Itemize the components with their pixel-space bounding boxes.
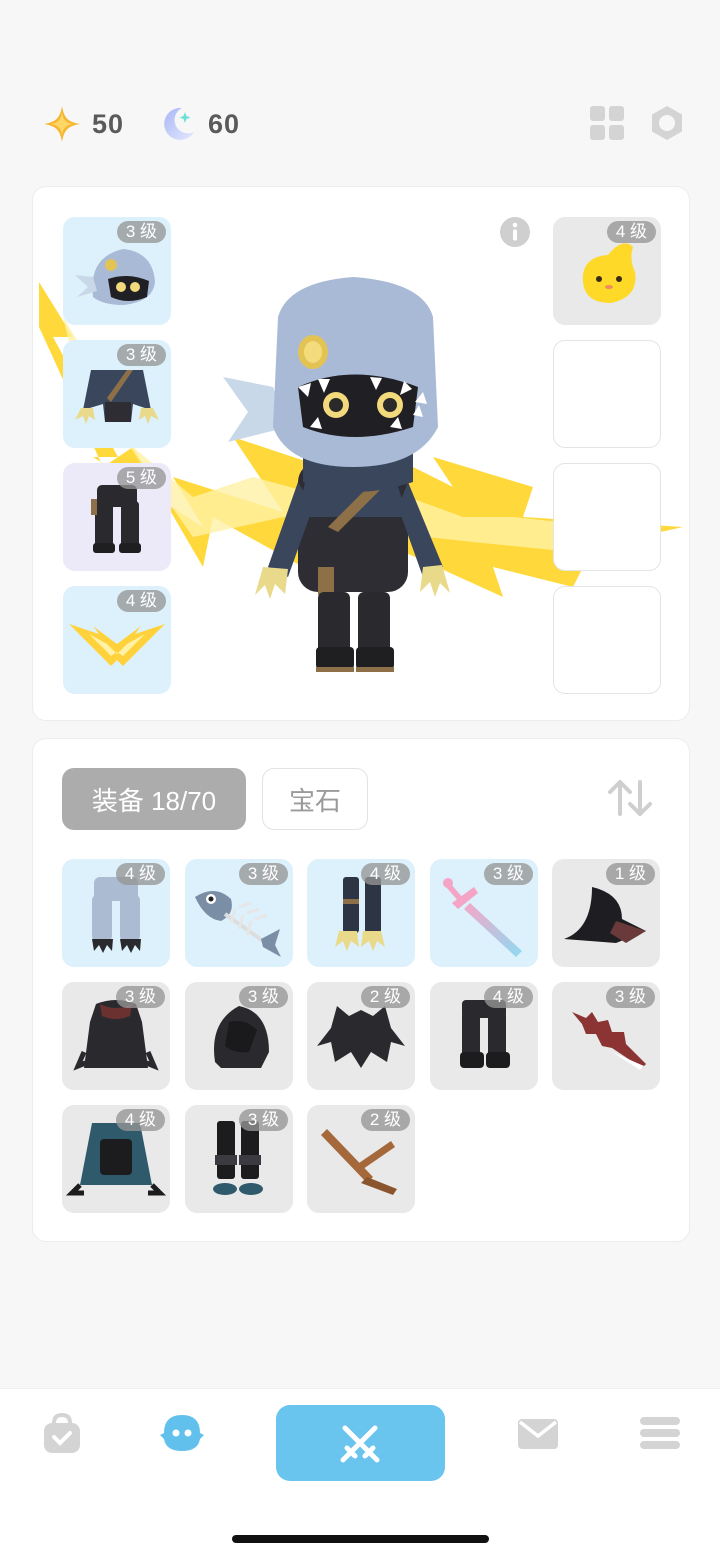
level-badge: 3 级 [238, 1109, 288, 1131]
moon-count: 60 [208, 108, 241, 139]
inventory-item[interactable]: 4 级 [430, 982, 538, 1090]
inventory-item[interactable]: 4 级 [62, 859, 170, 967]
level-badge: 2 级 [360, 986, 410, 1008]
inventory-item[interactable]: 3 级 [185, 982, 293, 1090]
hexagon-settings-icon[interactable] [648, 104, 686, 142]
info-icon[interactable] [499, 216, 531, 248]
home-indicator[interactable] [232, 1535, 489, 1543]
moon-icon [164, 107, 194, 140]
crossed-swords-icon [340, 1425, 380, 1463]
moon-currency: 60 [158, 100, 240, 148]
equip-slot-empty[interactable] [553, 463, 661, 571]
level-badge: 4 级 [360, 863, 410, 885]
level-badge: 4 级 [115, 863, 165, 885]
inventory-item[interactable]: 2 级 [307, 1105, 415, 1213]
grid-icon[interactable] [588, 104, 626, 142]
character-face-icon[interactable] [160, 1411, 204, 1455]
level-badge: 4 级 [483, 986, 533, 1008]
tab-gems[interactable]: 宝石 [262, 768, 368, 830]
equip-slot-head[interactable]: 3 级 [63, 217, 171, 325]
star-currency: 50 [42, 100, 124, 148]
menu-icon[interactable] [638, 1411, 682, 1455]
star-count: 50 [92, 108, 125, 139]
inventory-item[interactable]: 3 级 [185, 859, 293, 967]
inventory-item[interactable]: 3 级 [430, 859, 538, 967]
bottom-navigation [0, 1388, 720, 1558]
level-badge: 3 级 [483, 863, 533, 885]
equip-slot-back[interactable]: 4 级 [63, 586, 171, 694]
tab-equipment[interactable]: 装备 18/70 [62, 768, 246, 830]
level-badge: 3 级 [116, 221, 166, 243]
character-panel: 3 级 3 级 5 级 4 级 4 级 [32, 186, 690, 721]
equip-slot-empty[interactable] [553, 340, 661, 448]
inventory-item[interactable]: 4 级 [62, 1105, 170, 1213]
level-badge: 4 级 [606, 221, 656, 243]
inventory-item[interactable]: 1 级 [552, 859, 660, 967]
level-badge: 3 级 [115, 986, 165, 1008]
level-badge: 2 级 [360, 1109, 410, 1131]
star-icon [44, 106, 80, 142]
level-badge: 3 级 [238, 986, 288, 1008]
level-badge: 3 级 [116, 344, 166, 366]
inventory-item[interactable]: 3 级 [62, 982, 170, 1090]
bag-icon[interactable] [40, 1411, 84, 1455]
equip-slot-legs[interactable]: 5 级 [63, 463, 171, 571]
level-badge: 5 级 [116, 467, 166, 489]
mail-icon[interactable] [516, 1411, 560, 1455]
inventory-item[interactable]: 4 级 [307, 859, 415, 967]
sort-arrows-icon[interactable] [606, 778, 654, 818]
equip-slot-body[interactable]: 3 级 [63, 340, 171, 448]
level-badge: 4 级 [116, 590, 166, 612]
inventory-item[interactable]: 3 级 [185, 1105, 293, 1213]
inventory-item[interactable]: 3 级 [552, 982, 660, 1090]
character-avatar [223, 277, 450, 672]
equip-slot-empty[interactable] [553, 586, 661, 694]
battle-button[interactable] [276, 1405, 445, 1481]
level-badge: 3 级 [605, 986, 655, 1008]
inventory-item[interactable]: 2 级 [307, 982, 415, 1090]
equip-slot-pet[interactable]: 4 级 [553, 217, 661, 325]
level-badge: 1 级 [605, 863, 655, 885]
level-badge: 3 级 [238, 863, 288, 885]
level-badge: 4 级 [115, 1109, 165, 1131]
